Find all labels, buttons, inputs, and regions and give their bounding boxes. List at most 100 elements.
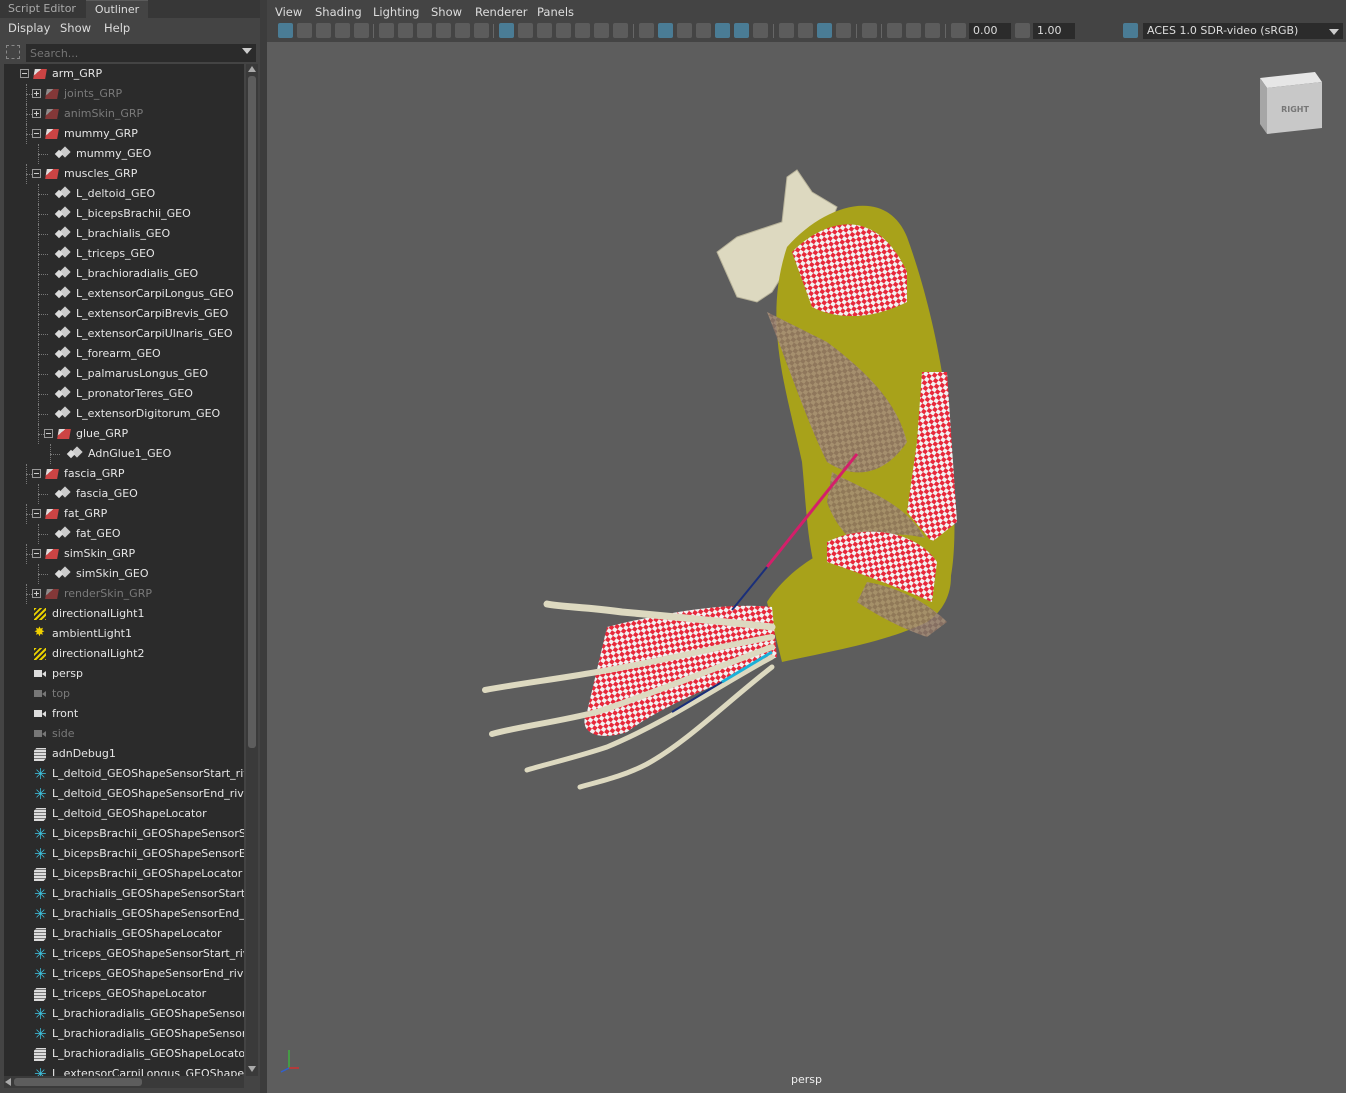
outliner-item[interactable]: fat_GRP [4, 504, 244, 524]
outliner-item[interactable]: L_brachialis_GEOShapeSensorStart_ri [4, 884, 244, 904]
gate-mask-icon[interactable] [556, 23, 571, 38]
outliner-item[interactable]: L_palmarusLongus_GEO [4, 364, 244, 384]
motion-blur-icon[interactable] [798, 23, 813, 38]
outliner-item[interactable]: L_deltoid_GEO [4, 184, 244, 204]
exposure-icon[interactable] [951, 23, 966, 38]
wireframe-icon[interactable] [639, 23, 654, 38]
menu-panels[interactable]: Panels [537, 5, 574, 19]
outliner-item[interactable]: glue_GRP [4, 424, 244, 444]
menu-show[interactable]: Show [431, 5, 462, 19]
outliner-item[interactable]: fascia_GEO [4, 484, 244, 504]
panel-splitter[interactable] [260, 0, 267, 1093]
manipulator-icon[interactable] [455, 23, 470, 38]
menu-display[interactable]: Display [8, 21, 50, 35]
outliner-item[interactable]: AdnGlue1_GEO [4, 444, 244, 464]
filter-icon[interactable] [6, 45, 20, 59]
outliner-item[interactable]: L_bicepsBrachii_GEOShapeSensorSta [4, 824, 244, 844]
safe-title-icon[interactable] [613, 23, 628, 38]
use-all-lights-icon[interactable] [734, 23, 749, 38]
outliner-item[interactable]: L_brachioradialis_GEOShapeSensorEr [4, 1024, 244, 1044]
film-gate-icon[interactable] [417, 23, 432, 38]
scroll-left-icon[interactable] [5, 1078, 11, 1086]
film-gate-icon[interactable] [518, 23, 533, 38]
collapse-icon[interactable] [32, 129, 41, 138]
2d-pan-zoom-icon[interactable] [354, 23, 369, 38]
xray-icon[interactable] [887, 23, 902, 38]
outliner-item[interactable]: renderSkin_GRP [4, 584, 244, 604]
scrollbar-thumb[interactable] [14, 1078, 142, 1086]
exposure-field[interactable]: 0.00 [969, 23, 1011, 39]
outliner-item[interactable]: side [4, 724, 244, 744]
outliner-item[interactable]: L_bicepsBrachii_GEO [4, 204, 244, 224]
anti-aliasing-icon[interactable] [817, 23, 832, 38]
outliner-item[interactable]: L_extensorCarpiLongus_GEOShapeSe [4, 1064, 244, 1076]
select-camera-icon[interactable] [278, 23, 293, 38]
smooth-shade-icon[interactable] [658, 23, 673, 38]
textured-icon[interactable] [715, 23, 730, 38]
default-material-icon[interactable] [696, 23, 711, 38]
outliner-item[interactable]: L_extensorCarpiBrevis_GEO [4, 304, 244, 324]
xray-active-icon[interactable] [906, 23, 921, 38]
menu-shading[interactable]: Shading [315, 5, 362, 19]
outliner-item[interactable]: L_triceps_GEOShapeSensorEnd_rivet_ [4, 964, 244, 984]
outliner-item[interactable]: persp [4, 664, 244, 684]
outliner-item[interactable]: muscles_GRP [4, 164, 244, 184]
isolate-select-icon[interactable] [862, 23, 877, 38]
image-plane-icon[interactable] [335, 23, 350, 38]
tab-script-editor[interactable]: Script Editor [0, 0, 86, 18]
camera-attributes-icon[interactable] [297, 23, 312, 38]
field-chart-icon[interactable] [575, 23, 590, 38]
lock-camera-icon[interactable] [436, 23, 451, 38]
outliner-item[interactable]: front [4, 704, 244, 724]
outliner-item[interactable]: directionalLight2 [4, 644, 244, 664]
camera-icon[interactable] [379, 23, 394, 38]
gamma-field[interactable]: 1.00 [1033, 23, 1075, 39]
outliner-item[interactable]: L_brachialis_GEO [4, 224, 244, 244]
outliner-item[interactable]: directionalLight1 [4, 604, 244, 624]
vertical-scrollbar[interactable] [246, 64, 258, 1076]
collapse-icon[interactable] [20, 69, 29, 78]
outliner-item[interactable]: top [4, 684, 244, 704]
outliner-item[interactable]: L_brachioradialis_GEOShapeLocator [4, 1044, 244, 1064]
scrollbar-thumb[interactable] [248, 76, 256, 748]
collapse-icon[interactable] [44, 429, 53, 438]
expand-icon[interactable] [32, 109, 41, 118]
outliner-item[interactable]: simSkin_GEO [4, 564, 244, 584]
safe-action-icon[interactable] [594, 23, 609, 38]
scroll-up-icon[interactable] [248, 66, 256, 72]
outliner-tree[interactable]: arm_GRP joints_GRP animSkin_GRP mummy_GRP mu… [4, 64, 244, 1076]
outliner-item[interactable]: L_deltoid_GEOShapeSensorStart_rive [4, 764, 244, 784]
shadows-icon[interactable] [753, 23, 768, 38]
view-cube[interactable] [1260, 72, 1322, 134]
outliner-item[interactable]: L_brachialis_GEOShapeLocator [4, 924, 244, 944]
chevron-down-icon[interactable] [1329, 29, 1339, 35]
collapse-icon[interactable] [32, 549, 41, 558]
outliner-item[interactable]: L_extensorDigitorum_GEO [4, 404, 244, 424]
grease-pencil-icon[interactable] [474, 23, 489, 38]
outliner-item[interactable]: fascia_GRP [4, 464, 244, 484]
ambient-occlusion-icon[interactable] [779, 23, 794, 38]
outliner-item[interactable]: mummy_GRP [4, 124, 244, 144]
tumble-icon[interactable] [398, 23, 413, 38]
grid-icon[interactable] [499, 23, 514, 38]
outliner-item[interactable]: mummy_GEO [4, 144, 244, 164]
outliner-item[interactable]: animSkin_GRP [4, 104, 244, 124]
outliner-item[interactable]: simSkin_GRP [4, 544, 244, 564]
horizontal-scrollbar[interactable] [4, 1076, 244, 1088]
wireframe-on-shaded-icon[interactable] [677, 23, 692, 38]
color-space-dropdown[interactable]: ACES 1.0 SDR-video (sRGB) [1143, 23, 1343, 39]
outliner-item[interactable]: L_deltoid_GEOShapeSensorEnd_rivet_ [4, 784, 244, 804]
expand-icon[interactable] [32, 89, 41, 98]
outliner-item[interactable]: L_brachialis_GEOShapeSensorEnd_riv [4, 904, 244, 924]
menu-help[interactable]: Help [104, 21, 130, 35]
outliner-item[interactable]: arm_GRP [4, 64, 244, 84]
outliner-item[interactable]: L_deltoid_GEOShapeLocator [4, 804, 244, 824]
outliner-item[interactable]: fat_GEO [4, 524, 244, 544]
outliner-item[interactable]: L_forearm_GEO [4, 344, 244, 364]
menu-lighting[interactable]: Lighting [373, 5, 419, 19]
color-management-icon[interactable] [1123, 23, 1138, 38]
resolution-gate-icon[interactable] [537, 23, 552, 38]
menu-show[interactable]: Show [60, 21, 91, 35]
outliner-item[interactable]: L_bicepsBrachii_GEOShapeLocator [4, 864, 244, 884]
chevron-down-icon[interactable] [242, 48, 252, 54]
